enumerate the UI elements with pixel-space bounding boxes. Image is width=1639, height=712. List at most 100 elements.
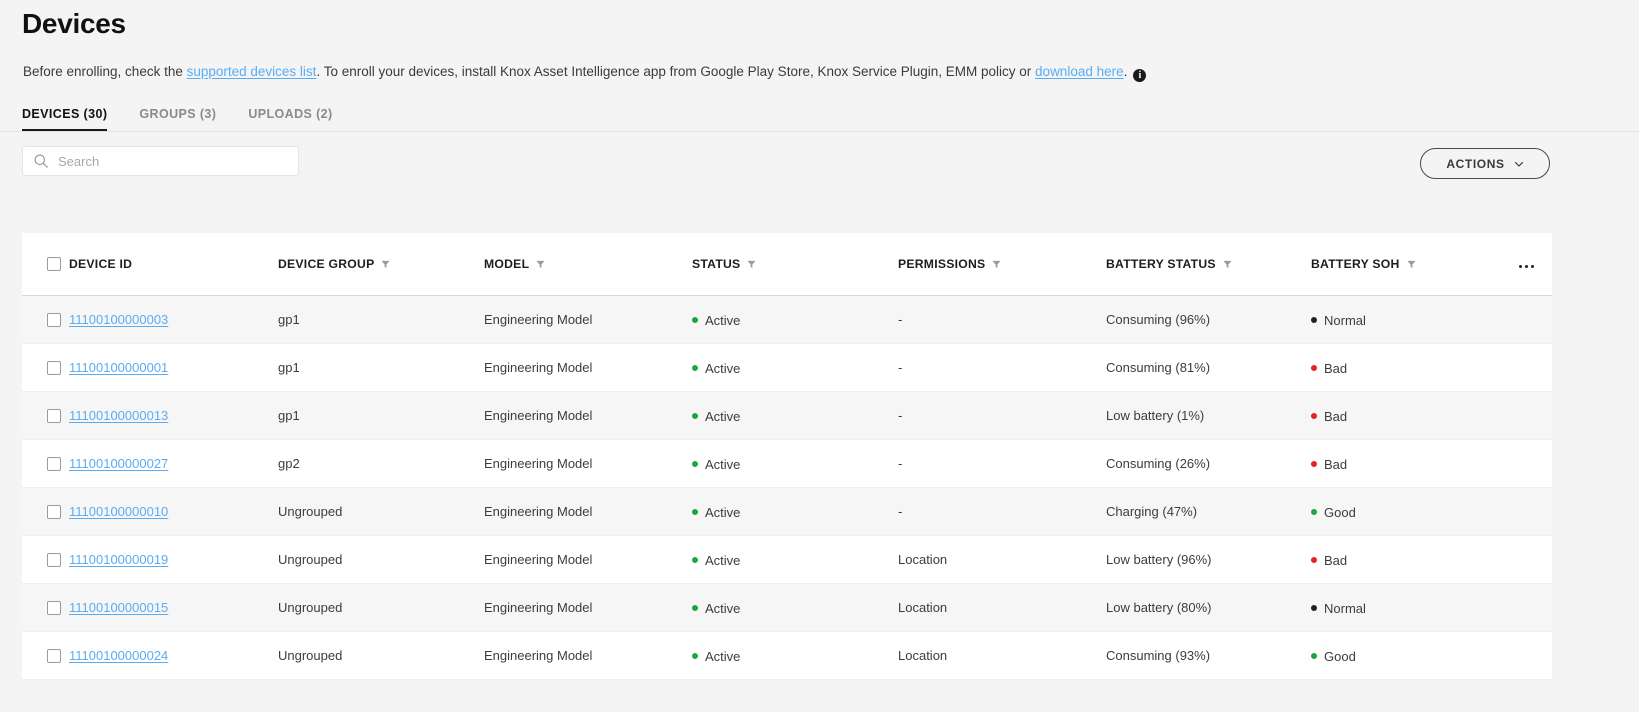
cell-permissions: - xyxy=(898,312,903,327)
cell-device-id: 11100100000010 xyxy=(69,504,278,519)
column-header-permissions-label: PERMISSIONS xyxy=(898,257,986,271)
filter-icon[interactable] xyxy=(747,260,757,269)
cell-permissions: Location xyxy=(898,648,948,663)
status-dot xyxy=(692,413,698,420)
column-header-device-id[interactable]: DEVICE ID xyxy=(69,257,278,271)
actions-button[interactable]: ACTIONS xyxy=(1420,148,1550,179)
cell-device-id: 11100100000013 xyxy=(69,408,278,423)
column-header-device-group[interactable]: DEVICE GROUP xyxy=(278,257,484,271)
column-header-battery-soh-label: BATTERY SOH xyxy=(1311,257,1400,271)
soh-label: Bad xyxy=(1324,552,1348,568)
table-row[interactable]: 11100100000010 Ungrouped Engineering Model… xyxy=(22,488,1552,536)
table-row[interactable]: 11100100000027 gp2 Engineering Model Active… xyxy=(22,440,1552,488)
cell-permissions: - xyxy=(898,504,903,519)
cell-battery-soh: Good xyxy=(1311,647,1494,664)
table-row[interactable]: 11100100000003 gp1 Engineering Model Active… xyxy=(22,296,1552,344)
row-checkbox[interactable] xyxy=(47,312,61,327)
filter-icon[interactable] xyxy=(536,260,545,269)
cell-battery-status: Charging (47%) xyxy=(1106,504,1198,519)
tab-uploads[interactable]: UPLOADS (2) xyxy=(248,107,332,132)
cell-model: Engineering Model xyxy=(484,552,593,567)
cell-device-group: gp2 xyxy=(278,456,300,471)
column-header-permissions[interactable]: PERMISSIONS xyxy=(898,257,1106,271)
tab-divider xyxy=(0,131,1639,132)
cell-model: Engineering Model xyxy=(484,648,593,663)
column-header-status[interactable]: STATUS xyxy=(692,257,898,271)
cell-permissions: Location xyxy=(898,552,948,567)
device-id-link[interactable]: 11100100000019 xyxy=(69,552,168,567)
search-input[interactable] xyxy=(58,153,288,169)
device-id-link[interactable]: 11100100000010 xyxy=(69,504,168,519)
cell-battery-status: Consuming (26%) xyxy=(1106,456,1211,471)
tab-groups[interactable]: GROUPS (3) xyxy=(139,107,216,132)
column-header-battery-soh[interactable]: BATTERY SOH xyxy=(1311,257,1494,271)
cell-status: Active xyxy=(692,455,898,472)
row-checkbox[interactable] xyxy=(47,456,61,471)
cell-device-id: 11100100000024 xyxy=(69,648,278,663)
row-checkbox[interactable] xyxy=(47,552,61,567)
device-id-link[interactable]: 11100100000015 xyxy=(69,600,168,615)
status-label: Active xyxy=(705,600,741,616)
cell-model: Engineering Model xyxy=(484,456,593,471)
filter-icon[interactable] xyxy=(1406,260,1416,269)
row-checkbox[interactable] xyxy=(47,408,61,423)
cell-permissions: - xyxy=(898,360,903,375)
info-icon[interactable]: i xyxy=(1133,69,1147,82)
device-id-link[interactable]: 11100100000003 xyxy=(69,312,168,327)
table-row[interactable]: 11100100000019 Ungrouped Engineering Model… xyxy=(22,536,1552,584)
soh-dot xyxy=(1311,509,1317,516)
cell-permissions: - xyxy=(898,408,903,423)
soh-label: Good xyxy=(1324,648,1356,664)
table-row[interactable]: 11100100000024 Ungrouped Engineering Model… xyxy=(22,632,1552,680)
cell-model: Engineering Model xyxy=(484,600,593,615)
cell-battery-soh: Normal xyxy=(1311,599,1494,616)
soh-label: Normal xyxy=(1324,600,1366,616)
row-checkbox[interactable] xyxy=(47,600,61,615)
cell-battery-status: Low battery (80%) xyxy=(1106,600,1212,615)
status-label: Active xyxy=(705,456,741,472)
cell-device-group: gp1 xyxy=(278,360,300,375)
column-header-status-label: STATUS xyxy=(692,257,741,271)
row-checkbox[interactable] xyxy=(47,504,61,519)
device-id-link[interactable]: 11100100000027 xyxy=(69,456,168,471)
select-all-checkbox[interactable] xyxy=(47,257,61,271)
soh-dot xyxy=(1311,653,1317,660)
page-description: Before enrolling, check the supported de… xyxy=(23,63,1147,82)
cell-device-id: 11100100000015 xyxy=(69,600,278,615)
cell-device-group: Ungrouped xyxy=(278,504,343,519)
chevron-down-icon xyxy=(1514,161,1523,167)
column-header-model[interactable]: MODEL xyxy=(484,257,692,271)
cell-model: Engineering Model xyxy=(484,312,593,327)
device-id-link[interactable]: 11100100000001 xyxy=(69,360,168,375)
more-options-icon[interactable] xyxy=(1519,265,1534,268)
column-header-battery-status[interactable]: BATTERY STATUS xyxy=(1106,257,1311,271)
filter-icon[interactable] xyxy=(381,260,391,269)
device-id-link[interactable]: 11100100000024 xyxy=(69,648,168,663)
cell-battery-soh: Normal xyxy=(1311,311,1494,328)
soh-label: Normal xyxy=(1324,312,1366,328)
table-row[interactable]: 11100100000013 gp1 Engineering Model Active… xyxy=(22,392,1552,440)
soh-dot xyxy=(1311,413,1317,420)
filter-icon[interactable] xyxy=(1223,260,1232,269)
filter-icon[interactable] xyxy=(992,260,1001,269)
status-label: Active xyxy=(705,504,741,520)
soh-dot xyxy=(1311,317,1317,324)
column-header-model-label: MODEL xyxy=(484,257,530,271)
status-dot xyxy=(692,653,698,660)
row-checkbox[interactable] xyxy=(47,648,61,663)
search-box[interactable] xyxy=(22,146,299,176)
cell-model: Engineering Model xyxy=(484,504,593,519)
soh-dot xyxy=(1311,461,1317,468)
cell-battery-status: Consuming (93%) xyxy=(1106,648,1211,663)
tab-devices[interactable]: DEVICES (30) xyxy=(22,107,108,132)
download-here-link[interactable]: download here xyxy=(1035,64,1124,79)
table-row[interactable]: 11100100000001 gp1 Engineering Model Active… xyxy=(22,344,1552,392)
table-row[interactable]: 11100100000015 Ungrouped Engineering Model… xyxy=(22,584,1552,632)
cell-status: Active xyxy=(692,311,898,328)
soh-label: Bad xyxy=(1324,360,1348,376)
soh-dot xyxy=(1311,365,1317,372)
cell-device-group: Ungrouped xyxy=(278,552,343,567)
row-checkbox[interactable] xyxy=(47,360,61,375)
device-id-link[interactable]: 11100100000013 xyxy=(69,408,168,423)
supported-devices-list-link[interactable]: supported devices list xyxy=(187,64,317,79)
